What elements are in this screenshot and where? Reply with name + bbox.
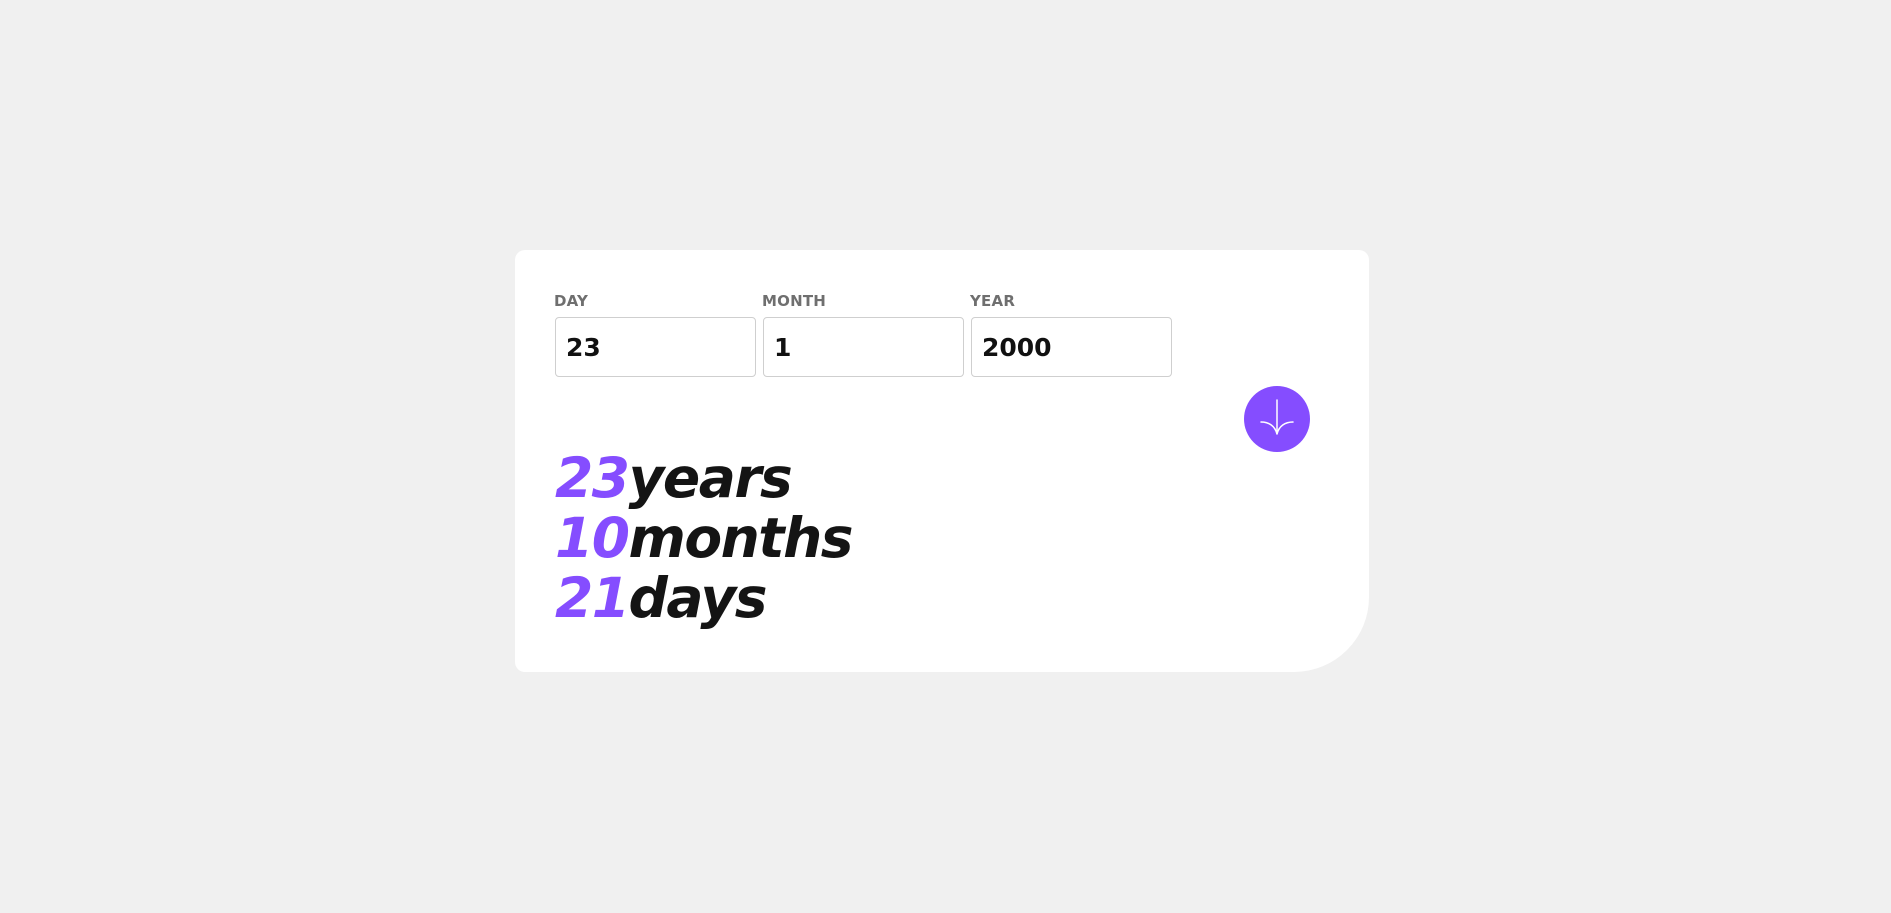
days-result: 21days	[555, 568, 852, 628]
days-value: 21	[555, 566, 630, 630]
years-result: 23years	[555, 448, 852, 508]
month-field-group: MONTH	[762, 292, 964, 377]
months-value: 10	[555, 506, 630, 570]
months-unit: months	[628, 506, 854, 570]
day-field-group: DAY	[554, 292, 756, 377]
day-label: DAY	[554, 292, 589, 310]
arrow-down-icon	[1257, 396, 1297, 442]
age-calculator-card: DAY MONTH YEAR 23years 10months 21days	[515, 250, 1369, 672]
months-result: 10months	[555, 506, 854, 570]
month-input[interactable]	[763, 317, 964, 377]
years-value: 23	[555, 446, 630, 510]
age-results: 23years 10months 21days	[555, 448, 854, 628]
day-input[interactable]	[555, 317, 756, 377]
month-label: MONTH	[762, 292, 827, 310]
years-unit: years	[628, 446, 793, 510]
calculate-age-button[interactable]	[1244, 386, 1310, 452]
days-unit: days	[628, 566, 768, 630]
year-input[interactable]	[971, 317, 1172, 377]
year-field-group: YEAR	[970, 292, 1172, 377]
year-label: YEAR	[970, 292, 1016, 310]
